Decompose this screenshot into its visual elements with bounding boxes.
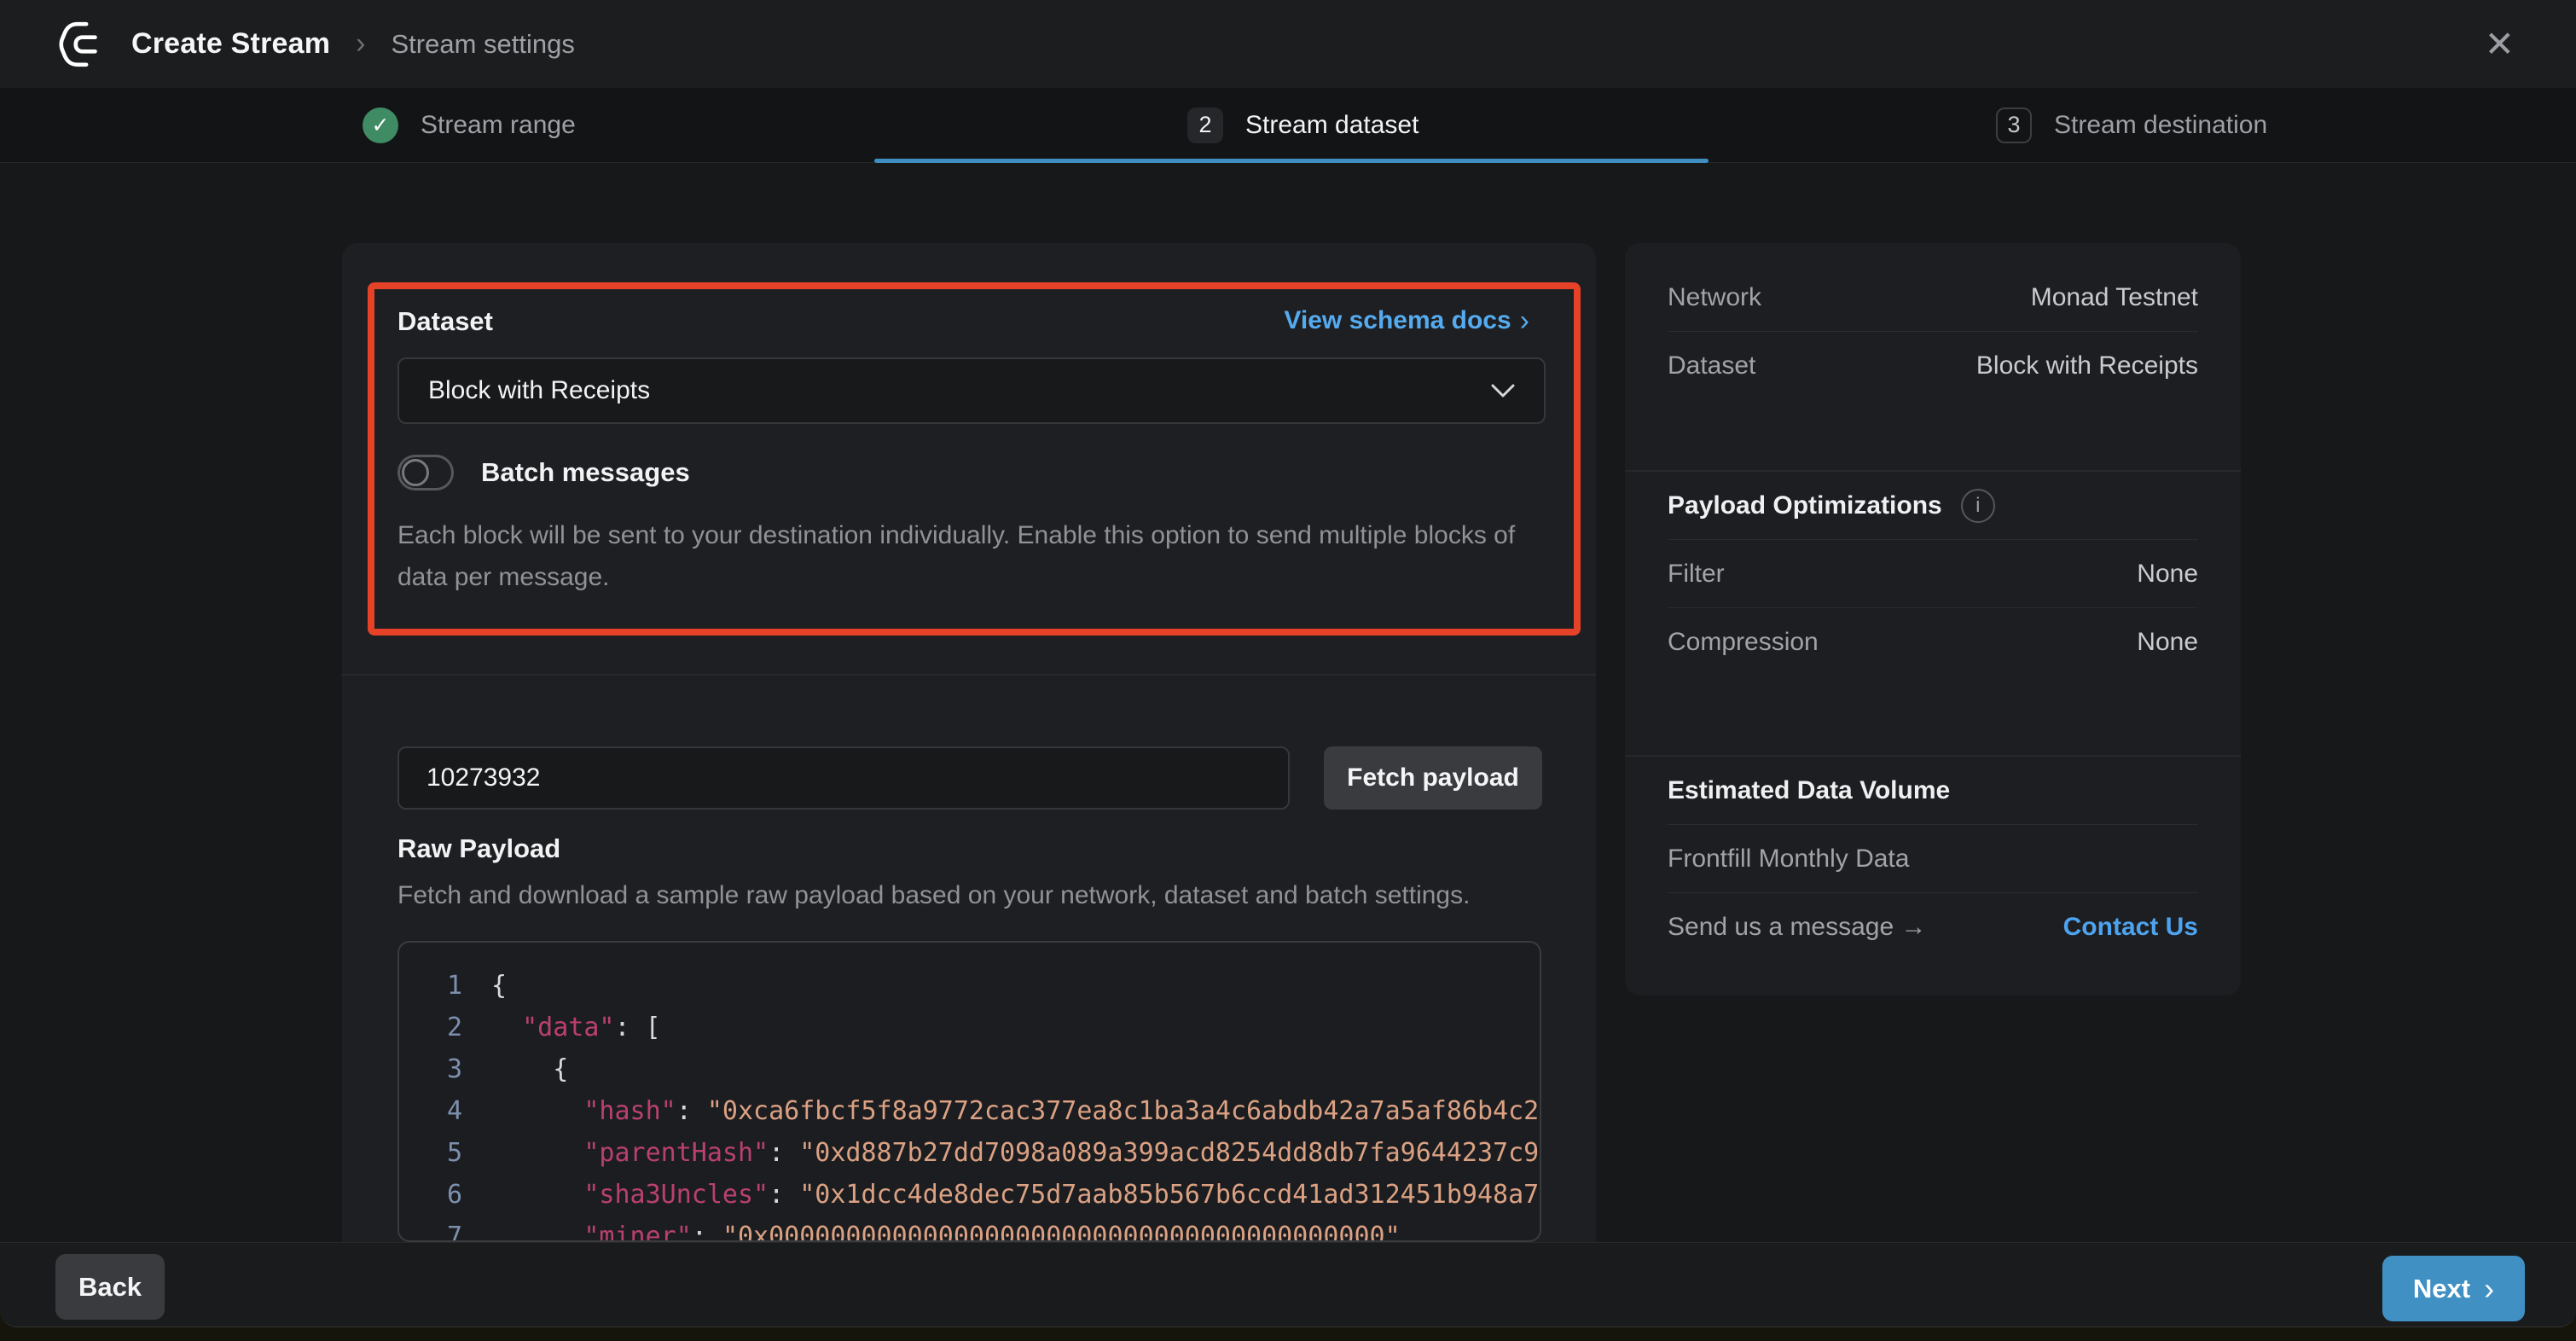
- summary-header-payload-optimizations: Payload Optimizations i: [1668, 472, 2198, 540]
- batch-messages-description: Each block will be sent to your destinat…: [397, 514, 1532, 598]
- modal-footer: Back Next ›: [0, 1242, 2576, 1327]
- summary-row-filter: Filter None: [1668, 540, 2198, 608]
- section-header: Payload Optimizations: [1668, 491, 1942, 520]
- page-title: Create Stream: [131, 27, 330, 61]
- row-label: Frontfill Monthly Data: [1668, 845, 1909, 874]
- section-divider: [342, 674, 1596, 676]
- breadcrumb-chevron-icon: ›: [356, 27, 365, 61]
- contact-us-link[interactable]: Contact Us: [2063, 913, 2198, 942]
- batch-messages-label: Batch messages: [481, 457, 690, 488]
- fetch-payload-button[interactable]: Fetch payload: [1324, 746, 1542, 810]
- row-label: Send us a message →: [1668, 913, 1927, 942]
- breadcrumb: Stream settings: [392, 29, 575, 60]
- toggle-knob: [402, 459, 429, 486]
- summary-row-compression: Compression None: [1668, 608, 2198, 676]
- active-tab-underline: [874, 159, 1709, 163]
- chevron-down-icon: [1491, 384, 1515, 398]
- chevron-right-icon: ›: [2484, 1275, 2494, 1302]
- tab-stream-destination[interactable]: 3 Stream destination: [1996, 88, 2267, 162]
- stream-summary-card: Network Monad Testnet Dataset Block with…: [1625, 243, 2241, 996]
- summary-header-estimated-data-volume: Estimated Data Volume: [1668, 757, 2198, 825]
- chevron-right-icon: ›: [1520, 308, 1529, 334]
- next-button[interactable]: Next ›: [2382, 1256, 2525, 1321]
- row-label: Compression: [1668, 628, 1819, 657]
- tab-label: Stream dataset: [1245, 111, 1419, 140]
- code-line: 7 "miner": "0x00000000000000000000000000…: [399, 1216, 1540, 1242]
- raw-payload-title: Raw Payload: [397, 833, 560, 864]
- step-number-badge: 3: [1996, 107, 2032, 143]
- tab-label: Stream range: [421, 111, 576, 140]
- section-header: Estimated Data Volume: [1668, 776, 1950, 805]
- code-line: 6 "sha3Uncles": "0x1dcc4de8dec75d7aab85b…: [399, 1174, 1540, 1216]
- schema-link-text: View schema docs: [1284, 306, 1511, 335]
- row-value: Block with Receipts: [1976, 351, 2198, 380]
- raw-payload-description: Fetch and download a sample raw payload …: [397, 881, 1470, 910]
- summary-row-frontfill: Frontfill Monthly Data: [1668, 825, 2198, 893]
- tab-label: Stream destination: [2054, 111, 2267, 140]
- dataset-label: Dataset: [397, 306, 493, 337]
- summary-row-dataset: Dataset Block with Receipts: [1668, 332, 2198, 400]
- next-button-label: Next: [2413, 1274, 2470, 1304]
- row-value: None: [2137, 628, 2198, 657]
- row-value: Monad Testnet: [2031, 283, 2198, 312]
- code-line: 4 "hash": "0xca6fbcf5f8a9772cac377ea8c1b…: [399, 1090, 1540, 1132]
- dataset-card: Dataset View schema docs › Block with Re…: [342, 243, 1596, 1242]
- row-label: Filter: [1668, 560, 1725, 589]
- row-label: Dataset: [1668, 351, 1755, 380]
- check-icon: ✓: [363, 107, 398, 143]
- code-block[interactable]: 1{2 "data": [3 {4 "hash": "0xca6fbcf5f8a…: [397, 941, 1541, 1242]
- code-line: 2 "data": [: [399, 1007, 1540, 1048]
- tab-stream-range[interactable]: ✓ Stream range: [363, 88, 576, 162]
- dataset-dropdown[interactable]: Block with Receipts: [397, 357, 1546, 424]
- summary-row-contact: Send us a message → Contact Us: [1668, 893, 2198, 961]
- batch-messages-row: Batch messages: [397, 455, 690, 491]
- close-icon[interactable]: ✕: [2485, 26, 2515, 62]
- batch-messages-toggle[interactable]: [397, 455, 454, 491]
- summary-row-network: Network Monad Testnet: [1668, 264, 2198, 332]
- block-number-input[interactable]: [397, 746, 1290, 810]
- modal-header: Create Stream › Stream settings ✕: [0, 0, 2576, 88]
- create-stream-modal: Create Stream › Stream settings ✕ ✓ Stre…: [0, 0, 2576, 1327]
- row-label: Network: [1668, 283, 1761, 312]
- code-line: 1{: [399, 965, 1540, 1007]
- info-icon[interactable]: i: [1961, 489, 1995, 523]
- tab-stream-dataset[interactable]: 2 Stream dataset: [1187, 88, 1419, 162]
- code-line: 5 "parentHash": "0xd887b27dd7098a089a399…: [399, 1132, 1540, 1174]
- dataset-dropdown-value: Block with Receipts: [428, 376, 650, 405]
- view-schema-docs-link[interactable]: View schema docs ›: [1284, 306, 1529, 335]
- back-button[interactable]: Back: [55, 1254, 165, 1320]
- step-number-badge: 2: [1187, 107, 1223, 143]
- app-logo-icon: [56, 18, 109, 71]
- row-value: None: [2137, 560, 2198, 589]
- step-tabs: ✓ Stream range 2 Stream dataset 3 Stream…: [0, 88, 2576, 163]
- code-line: 3 {: [399, 1048, 1540, 1090]
